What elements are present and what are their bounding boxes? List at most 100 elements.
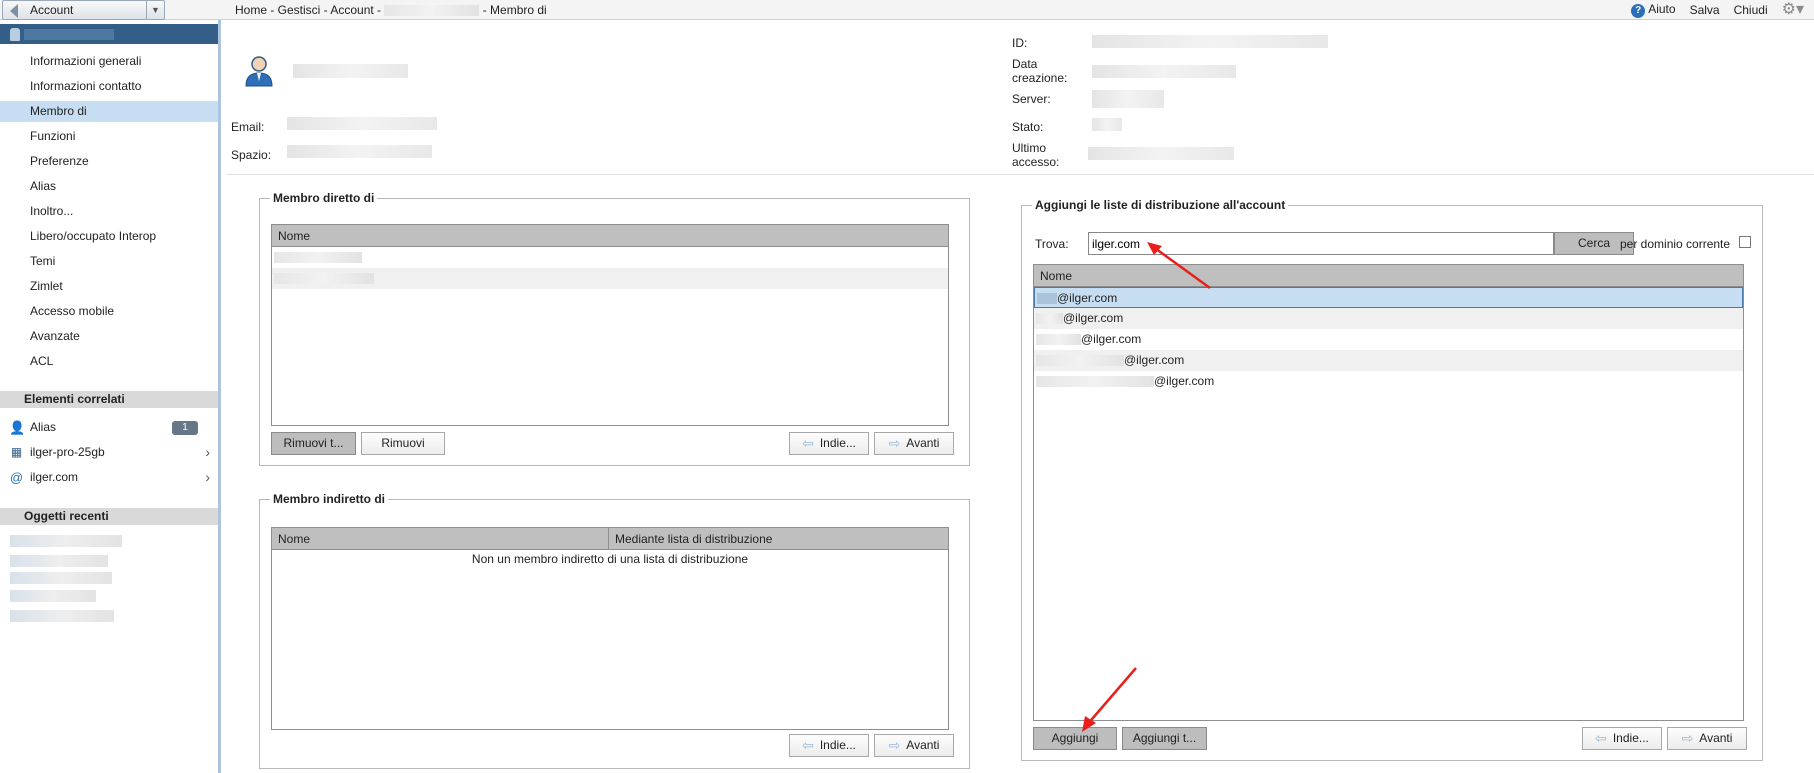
arrow-left-icon: ⇦ <box>1595 730 1607 746</box>
recent-object-item[interactable] <box>10 572 112 584</box>
indirect-membership-table: Nome Mediante lista di distribuzione Non… <box>271 527 949 730</box>
back-arrow-icon[interactable] <box>10 4 18 18</box>
recent-object-item[interactable] <box>10 535 122 547</box>
sidebar-item-zimlet[interactable]: Zimlet <box>0 276 218 297</box>
gear-icon[interactable]: ⚙▾ <box>1782 2 1804 18</box>
sidebar-item-themes[interactable]: Temi <box>0 251 218 272</box>
help-icon: ? <box>1631 4 1646 18</box>
breadcrumb-account-redacted <box>384 5 480 17</box>
sidebar-item-acl[interactable]: ACL <box>0 351 218 372</box>
id-value-redacted <box>1092 35 1328 48</box>
remove-all-button[interactable]: Rimuovi t... <box>271 432 356 455</box>
last-access-label-line2: accesso: <box>1012 155 1060 169</box>
server-value-redacted <box>1092 90 1164 108</box>
email-value-redacted <box>287 117 437 130</box>
sidebar-item-forwarding[interactable]: Inoltro... <box>0 201 218 222</box>
breadcrumb-prefix[interactable]: Home - Gestisci - Account - <box>235 3 384 17</box>
next-page-button[interactable]: ⇨ Avanti <box>1667 727 1747 750</box>
help-link[interactable]: ? Aiuto <box>1631 2 1676 18</box>
add-button[interactable]: Aggiungi <box>1033 727 1117 750</box>
creation-date-value-redacted <box>1092 65 1236 78</box>
sidebar-item-contact-info[interactable]: Informazioni contatto <box>0 76 218 97</box>
recent-object-item[interactable] <box>10 590 96 602</box>
server-label: Server: <box>1012 92 1051 106</box>
indirect-membership-group: Membro indiretto di Nome Mediante lista … <box>259 492 970 769</box>
creation-date-label-line1: Data <box>1012 57 1038 71</box>
add-all-button[interactable]: Aggiungi t... <box>1122 727 1207 750</box>
creation-date-label: Data creazione: <box>1012 57 1067 85</box>
find-label: Trova: <box>1035 237 1069 251</box>
last-access-label-line1: Ultimo <box>1012 141 1047 155</box>
cos-icon: ▦ <box>10 445 23 459</box>
table-row[interactable]: @ilger.com <box>1034 287 1743 308</box>
sidebar-item-general-info[interactable]: Informazioni generali <box>0 51 218 72</box>
related-item-alias-label: Alias <box>30 420 57 434</box>
account-dropdown[interactable]: Account ▼ <box>2 0 165 20</box>
direct-membership-title: Membro diretto di <box>270 191 378 205</box>
recent-object-item[interactable] <box>10 610 114 622</box>
related-item-domain[interactable]: @ ilger.com › <box>0 467 218 488</box>
sidebar-item-freebusy-interop[interactable]: Libero/occupato Interop <box>0 226 218 247</box>
account-name-redacted <box>24 28 114 40</box>
remove-button[interactable]: Rimuovi <box>361 432 445 455</box>
column-header-name[interactable]: Nome <box>1034 265 1743 287</box>
sidebar-item-alias[interactable]: Alias <box>0 176 218 197</box>
chevron-right-icon[interactable]: › <box>205 442 210 463</box>
breadcrumb-suffix: - Membro di <box>479 3 547 17</box>
table-row[interactable]: @ilger.com <box>1034 308 1743 329</box>
arrow-right-icon: ⇨ <box>1681 730 1694 746</box>
display-name-redacted <box>293 64 408 78</box>
close-link[interactable]: Chiudi <box>1734 3 1768 17</box>
last-access-value-redacted <box>1088 147 1234 160</box>
sidebar: Informazioni generali Informazioni conta… <box>0 20 221 773</box>
direct-membership-group: Membro diretto di Nome Rimuovi t... Rimu… <box>259 191 970 466</box>
next-page-label: Avanti <box>906 738 940 752</box>
table-row[interactable] <box>272 247 948 268</box>
column-header-via-list[interactable]: Mediante lista di distribuzione <box>608 528 772 550</box>
sidebar-account-header[interactable] <box>0 24 218 44</box>
related-items-heading: Elementi correlati <box>0 391 218 408</box>
arrow-left-icon: ⇦ <box>802 435 814 451</box>
chevron-right-icon[interactable]: › <box>205 467 210 488</box>
user-avatar-icon <box>245 56 273 87</box>
arrow-right-icon: ⇨ <box>888 737 901 753</box>
next-page-button[interactable]: ⇨ Avanti <box>874 734 954 757</box>
search-results-table: Nome @ilger.com @ilger.com @ilger.com @i… <box>1033 264 1744 721</box>
alias-count-badge: 1 <box>172 421 198 435</box>
table-row[interactable]: @ilger.com <box>1034 350 1743 371</box>
at-icon: @ <box>9 470 24 485</box>
column-header-name[interactable]: Nome <box>272 225 948 247</box>
user-icon <box>10 27 20 41</box>
related-item-cos[interactable]: ▦ ilger-pro-25gb › <box>0 442 218 463</box>
chevron-down-icon[interactable]: ▼ <box>146 1 164 19</box>
result-domain-text: @ilger.com <box>1154 374 1215 388</box>
result-domain-text: @ilger.com <box>1057 291 1118 305</box>
table-row[interactable]: @ilger.com <box>1034 371 1743 392</box>
recent-object-item[interactable] <box>10 555 108 567</box>
column-header-name[interactable]: Nome <box>278 532 310 546</box>
next-page-button[interactable]: ⇨ Avanti <box>874 432 954 455</box>
table-row[interactable] <box>272 268 948 289</box>
previous-page-label: Indie... <box>819 738 856 752</box>
previous-page-button[interactable]: ⇦ Indie... <box>789 734 869 757</box>
current-domain-checkbox[interactable] <box>1739 236 1751 248</box>
indirect-table-header: Nome Mediante lista di distribuzione <box>272 528 948 550</box>
sidebar-item-preferences[interactable]: Preferenze <box>0 151 218 172</box>
search-input[interactable] <box>1088 232 1554 255</box>
previous-page-button[interactable]: ⇦ Indie... <box>789 432 869 455</box>
id-label: ID: <box>1012 36 1028 50</box>
status-value-redacted <box>1092 118 1122 131</box>
sidebar-item-mobile-access[interactable]: Accesso mobile <box>0 301 218 322</box>
direct-membership-table: Nome <box>271 224 949 426</box>
account-dropdown-label: Account <box>30 3 74 17</box>
related-item-alias[interactable]: 👤 Alias 1 <box>0 417 218 438</box>
save-link[interactable]: Salva <box>1690 3 1720 17</box>
sidebar-item-advanced[interactable]: Avanzate <box>0 326 218 347</box>
previous-page-button[interactable]: ⇦ Indie... <box>1582 727 1662 750</box>
space-label: Spazio: <box>231 148 272 162</box>
table-row[interactable]: @ilger.com <box>1034 329 1743 350</box>
list-name-redacted <box>1036 355 1124 367</box>
sidebar-item-features[interactable]: Funzioni <box>0 126 218 147</box>
sidebar-item-member-of[interactable]: Membro di <box>0 101 218 122</box>
breadcrumb: Home - Gestisci - Account - - Membro di <box>235 3 547 17</box>
